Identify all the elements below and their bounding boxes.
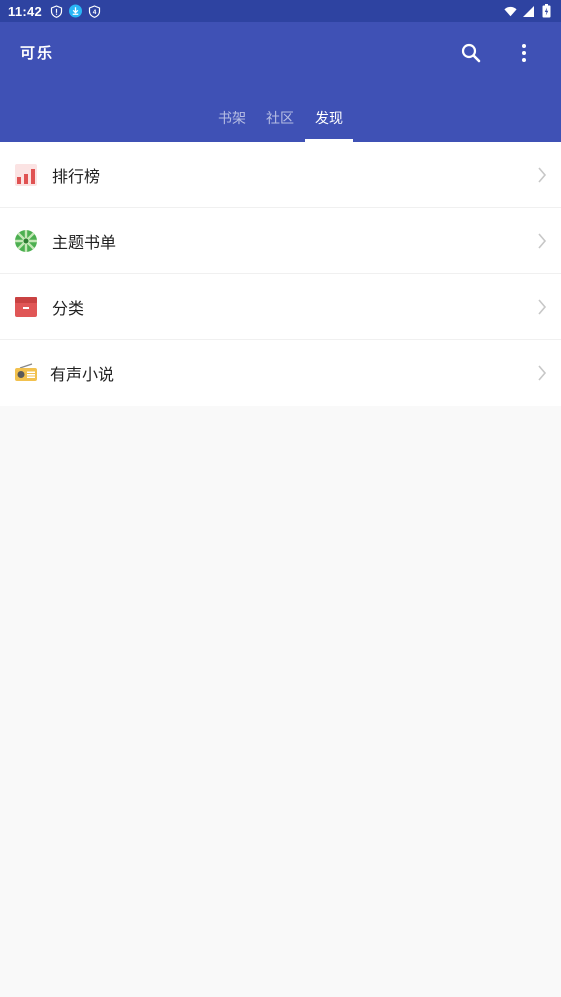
list-item-label: 分类	[52, 298, 85, 318]
list-item-label: 主题书单	[52, 232, 117, 252]
list-item-theme-booklist[interactable]: 主题书单	[0, 208, 561, 274]
list-item-ranking[interactable]: 排行榜	[0, 142, 561, 208]
chevron-right-icon	[536, 298, 548, 316]
tab-bookshelf[interactable]: 书架	[208, 94, 256, 142]
chevron-right-icon	[536, 166, 548, 184]
category-box-icon	[14, 295, 38, 319]
app-bar: 可乐 书架 社区 发现	[0, 22, 561, 142]
battery-icon	[540, 4, 553, 18]
tab-discover[interactable]: 发现	[305, 94, 353, 142]
discover-list: 排行榜 主题书单 分类 有声小说	[0, 142, 561, 406]
shield-alert-icon	[50, 4, 63, 18]
list-item-audiobook[interactable]: 有声小说	[0, 340, 561, 406]
download-icon	[69, 4, 83, 18]
chevron-right-icon	[536, 364, 548, 382]
radio-icon	[14, 361, 38, 385]
chevron-right-icon	[536, 232, 548, 250]
more-options-button[interactable]	[512, 41, 536, 65]
wifi-icon	[504, 5, 517, 18]
tab-bar: 书架 社区 发现	[0, 94, 561, 142]
ranking-chart-icon	[14, 163, 38, 187]
more-vert-icon	[522, 44, 526, 62]
status-time: 11:42	[8, 3, 43, 19]
cellular-signal-icon	[522, 5, 535, 18]
list-item-label: 有声小说	[50, 365, 115, 384]
vpn-shield-icon: 4	[88, 4, 101, 18]
status-bar: 11:42 4	[0, 0, 561, 22]
app-title: 可乐	[20, 44, 55, 62]
search-icon	[461, 43, 481, 63]
theme-list-icon	[14, 229, 38, 253]
search-button[interactable]	[459, 41, 483, 65]
list-item-category[interactable]: 分类	[0, 274, 561, 340]
svg-text:4: 4	[93, 9, 97, 16]
list-item-label: 排行榜	[52, 166, 101, 186]
tab-community[interactable]: 社区	[256, 94, 304, 142]
